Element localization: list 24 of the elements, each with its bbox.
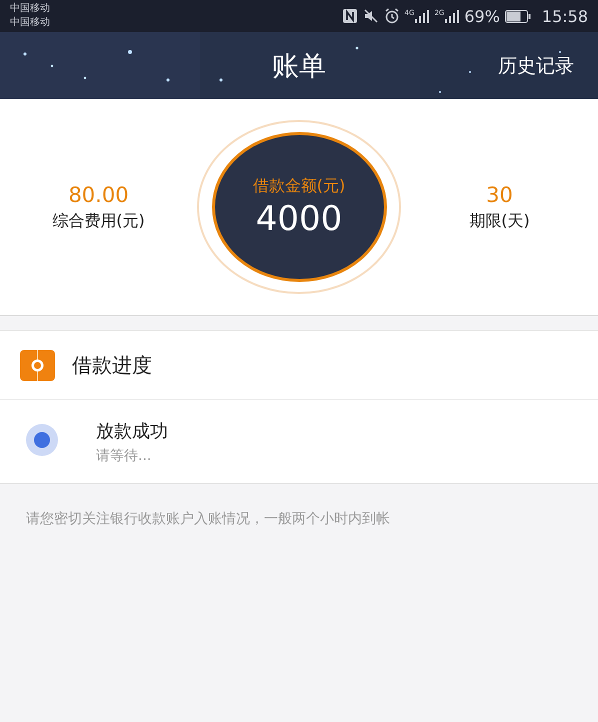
carrier-name: 中国移动 (10, 2, 50, 16)
clock-time: 15:58 (542, 6, 588, 26)
term-label: 期限(天) (469, 210, 530, 232)
term-value: 30 (486, 182, 513, 206)
alarm-icon (384, 8, 400, 24)
amount-value: 4000 (256, 198, 342, 238)
status-dot-icon (26, 424, 58, 456)
nfc-icon (342, 8, 358, 24)
history-link[interactable]: 历史记录 (498, 52, 574, 78)
battery-percent: 69% (464, 6, 500, 26)
step-subtitle: 请等待... (96, 446, 152, 464)
section-title: 借款进度 (72, 352, 152, 378)
carrier-name: 中国移动 (10, 16, 50, 30)
notice-text: 请您密切关注银行收款账户入账情况，一般两个小时内到帐 (26, 511, 390, 527)
signal-icon (445, 9, 460, 23)
progress-icon (20, 350, 55, 380)
step-title: 放款成功 (96, 420, 168, 442)
mute-icon (362, 8, 379, 24)
amount-label: 借款金额(元) (252, 176, 346, 196)
fee-value: 80.00 (68, 182, 129, 206)
signal-icon (415, 9, 430, 23)
fee-label: 综合费用(元) (52, 210, 145, 232)
battery-icon (504, 10, 531, 22)
page-title: 账单 (272, 50, 326, 84)
